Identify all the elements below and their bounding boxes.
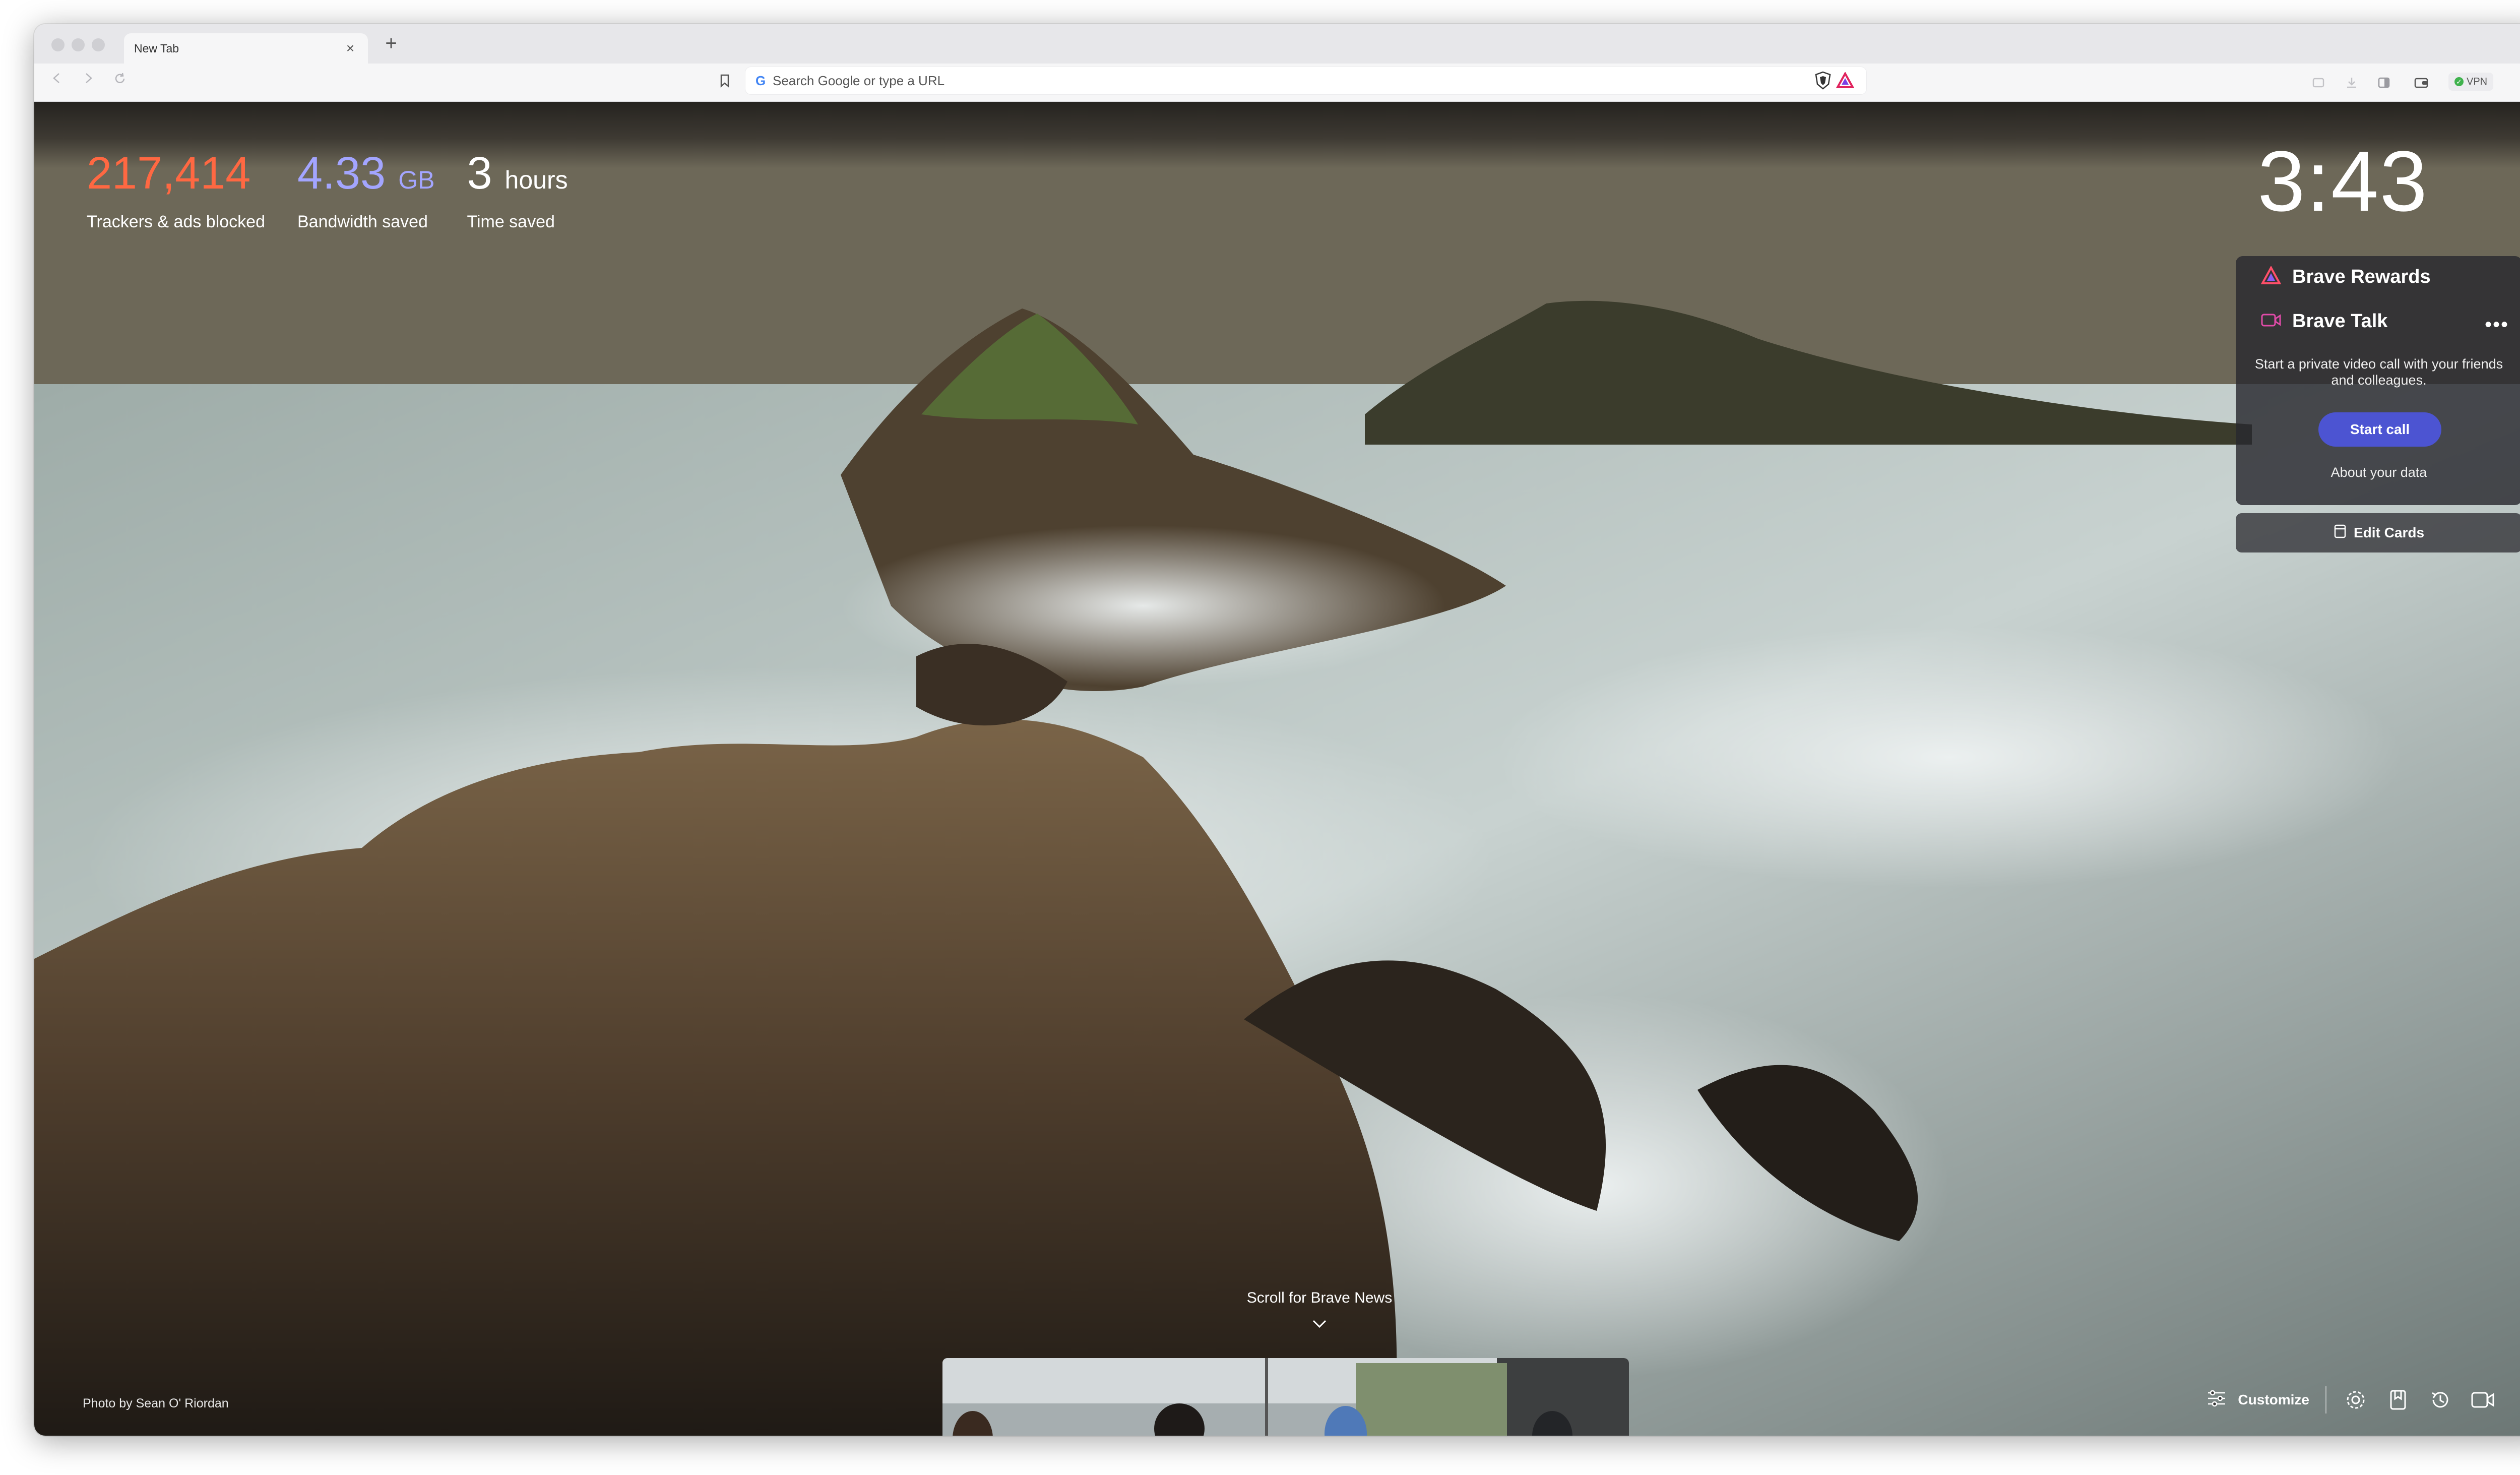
back-icon[interactable] [46, 72, 67, 89]
stats-panel: 217,414 Trackers & ads blocked 4.33 GB B… [87, 148, 568, 232]
start-call-button[interactable]: Start call [2318, 412, 2441, 447]
vpn-label: VPN [2467, 76, 2488, 87]
widget-stack: Brave Rewards Brave Talk ••• Start a pri… [2236, 256, 2520, 505]
news-card-preview[interactable] [942, 1358, 1629, 1436]
settings-icon[interactable] [2343, 1387, 2369, 1413]
bottom-toolbar: Customize [2207, 1386, 2496, 1413]
bookmark-icon[interactable] [715, 71, 735, 91]
bandwidth-unit: GB [398, 166, 435, 194]
new-tab-button[interactable]: + [380, 32, 402, 55]
news-card-image [942, 1358, 1629, 1436]
brave-talk-icon[interactable] [2470, 1387, 2496, 1413]
more-options-icon[interactable]: ••• [2485, 314, 2509, 336]
clock: 3:43 [2257, 134, 2428, 229]
new-tab-page: 217,414 Trackers & ads blocked 4.33 GB B… [34, 102, 2520, 1436]
brave-talk-tab[interactable]: Brave Talk [2261, 311, 2387, 332]
brave-talk-title: Brave Talk [2292, 311, 2388, 332]
address-bar-placeholder: Search Google or type a URL [773, 73, 945, 88]
stat-trackers: 217,414 Trackers & ads blocked [87, 148, 265, 232]
edit-cards-button[interactable]: Edit Cards [2236, 513, 2520, 552]
bandwidth-value: 4.33 [297, 148, 386, 199]
about-your-data-link[interactable]: About your data [2236, 465, 2520, 480]
background-photo [34, 102, 2520, 1436]
close-window-button[interactable] [51, 38, 65, 51]
brave-rewards-title: Brave Rewards [2292, 266, 2431, 287]
customize-button[interactable]: Customize [2207, 1389, 2309, 1411]
tab-strip: New Tab × + [34, 24, 2520, 64]
chevron-down-icon[interactable] [1309, 1317, 1330, 1332]
time-unit: hours [505, 166, 568, 194]
customize-label: Customize [2238, 1392, 2309, 1407]
sidebar-icon[interactable] [2375, 74, 2393, 92]
bandwidth-label: Bandwidth saved [297, 212, 428, 231]
bookmarks-icon[interactable] [2385, 1387, 2411, 1413]
edit-cards-icon [2334, 524, 2347, 542]
stat-time: 3 hours Time saved [467, 148, 568, 232]
photo-credit[interactable]: Photo by Sean O' Riordan [83, 1396, 229, 1411]
stat-bandwidth: 4.33 GB Bandwidth saved [297, 148, 434, 232]
bottom-bar-divider [2325, 1386, 2326, 1413]
toolbar: G Search Google or type a URL ✓ VPN [34, 64, 2520, 102]
scroll-for-news-label[interactable]: Scroll for Brave News [1211, 1289, 1428, 1307]
time-label: Time saved [467, 212, 555, 231]
vpn-button[interactable]: ✓ VPN [2448, 73, 2494, 91]
brave-rewards-icon[interactable] [1834, 71, 1856, 91]
downloads-icon[interactable] [2343, 74, 2361, 92]
tab-new-tab[interactable]: New Tab × [124, 33, 368, 64]
vpn-status-icon: ✓ [2454, 77, 2464, 86]
edit-cards-label: Edit Cards [2353, 525, 2425, 540]
trackers-value: 217,414 [87, 148, 251, 199]
forward-icon[interactable] [79, 72, 99, 89]
brave-talk-description: Start a private video call with your fri… [2254, 356, 2503, 388]
time-value: 3 [467, 148, 492, 199]
tab-close-icon[interactable]: × [343, 40, 358, 56]
wallet-icon[interactable] [2412, 74, 2430, 92]
google-icon: G [755, 73, 766, 88]
brave-talk-icon [2261, 313, 2281, 330]
customize-sliders-icon [2207, 1389, 2227, 1411]
history-icon[interactable] [2427, 1387, 2453, 1413]
address-bar[interactable]: G Search Google or type a URL [745, 67, 1867, 95]
tab-title: New Tab [134, 41, 179, 55]
brave-shields-icon[interactable] [1812, 71, 1834, 91]
brave-rewards-tab[interactable]: Brave Rewards [2260, 265, 2431, 288]
browser-window: New Tab × + G Search Google or type a UR… [34, 24, 2520, 1436]
minimize-window-button[interactable] [72, 38, 85, 51]
zoom-window-button[interactable] [92, 38, 105, 51]
brave-rewards-icon [2260, 265, 2282, 288]
reload-icon[interactable] [110, 72, 130, 90]
tab-search-icon[interactable] [2309, 74, 2327, 92]
menu-icon[interactable] [2516, 74, 2520, 92]
trackers-label: Trackers & ads blocked [87, 212, 265, 231]
